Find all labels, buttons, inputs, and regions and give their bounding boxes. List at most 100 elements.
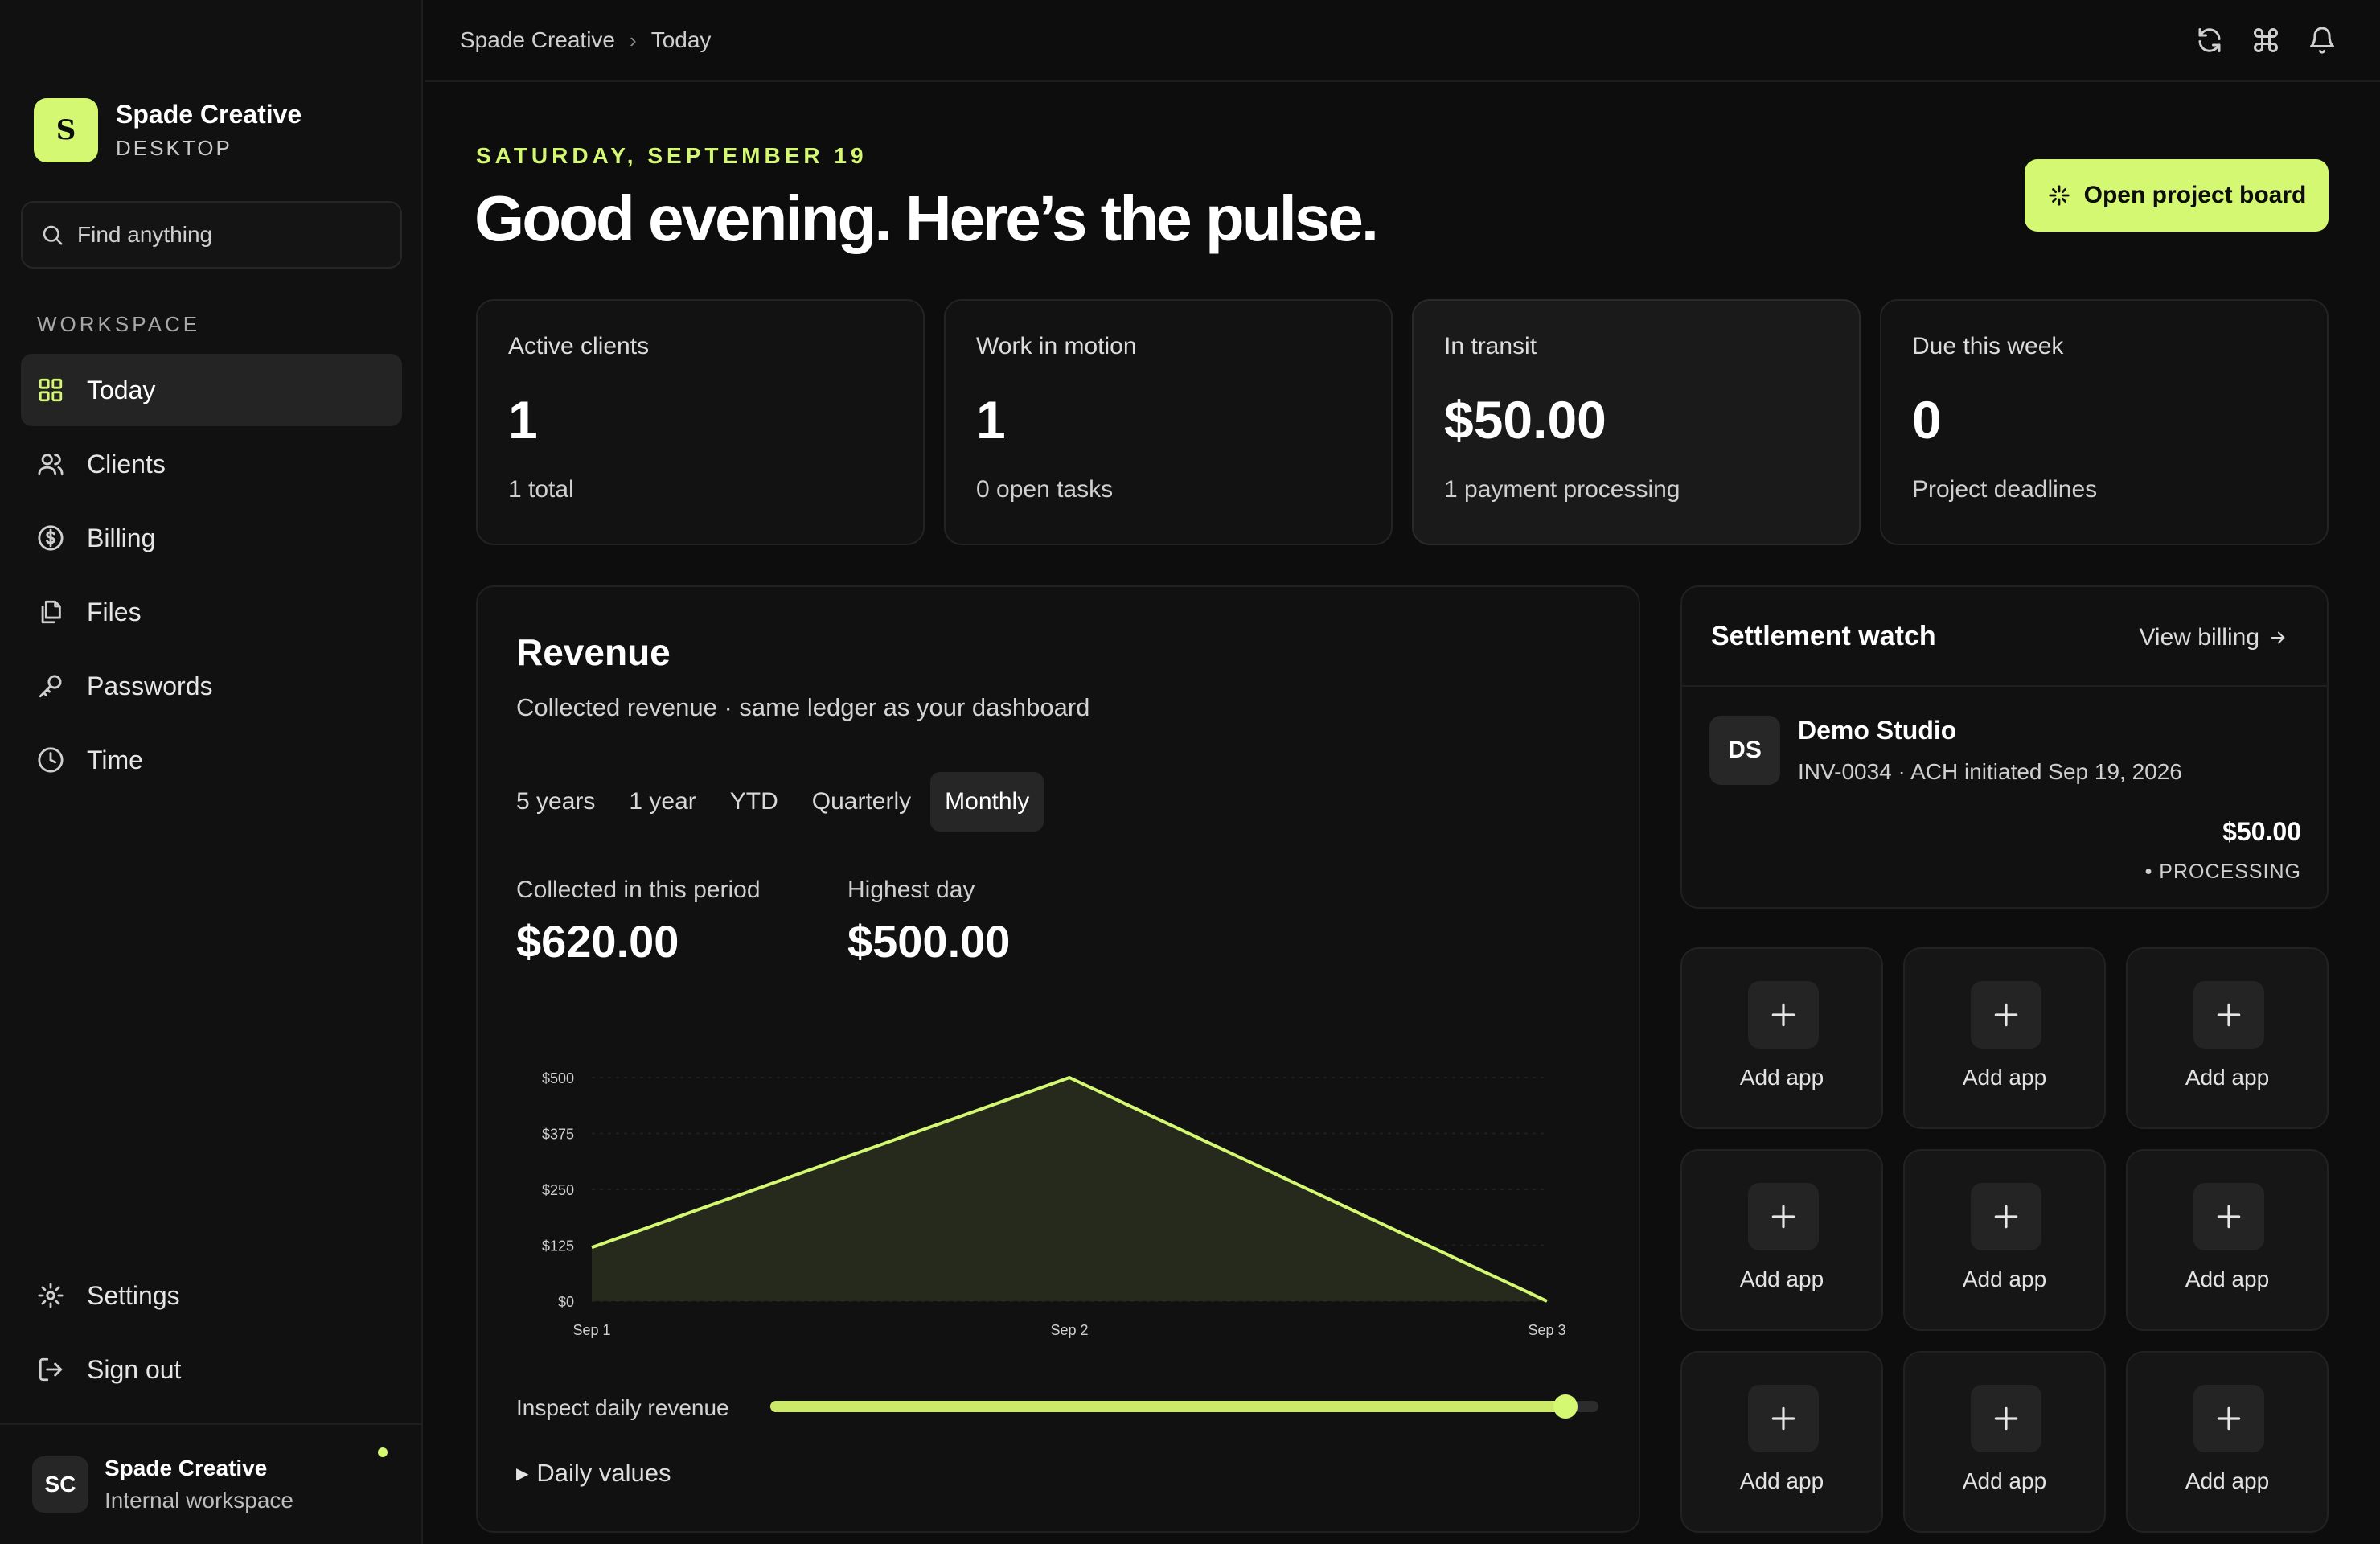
- bell-icon[interactable]: [2308, 26, 2337, 55]
- section-label-workspace: WORKSPACE: [37, 312, 201, 336]
- add-app-plus-button[interactable]: [1971, 1385, 2041, 1452]
- sidebar-item-sign-out[interactable]: Sign out: [21, 1333, 402, 1406]
- status-badge: • PROCESSING: [2144, 860, 2301, 883]
- sparkle-icon: [2049, 185, 2070, 206]
- sidebar-item-label: Billing: [87, 523, 156, 552]
- breadcrumb-item-current: Today: [650, 27, 712, 52]
- sidebar-item-time[interactable]: Time: [21, 724, 402, 796]
- plus-icon: [1994, 1205, 2018, 1229]
- profile-sub: Internal workspace: [105, 1488, 294, 1513]
- add-app-label: Add app: [2185, 1065, 2270, 1090]
- tab-5-years[interactable]: 5 years: [502, 772, 609, 832]
- online-status-dot: [378, 1448, 388, 1457]
- add-app-label: Add app: [1962, 1065, 2047, 1090]
- open-project-board-button[interactable]: Open project board: [2025, 159, 2329, 232]
- refresh-icon[interactable]: [2195, 26, 2224, 55]
- brand-logo: S: [34, 98, 98, 162]
- sidebar: S Spade Creative DESKTOP WORKSPACE Today…: [0, 0, 423, 1544]
- daily-revenue-slider[interactable]: [770, 1394, 1598, 1419]
- slider-thumb[interactable]: [1553, 1394, 1578, 1419]
- add-app-tile[interactable]: Add app: [1680, 947, 1883, 1129]
- sidebar-item-today[interactable]: Today: [21, 354, 402, 426]
- stat-label: Due this week: [1912, 333, 2064, 359]
- kpi-value: $620.00: [516, 916, 679, 967]
- settlement-amount: $50.00: [2222, 817, 2301, 846]
- y-tick-label: $500: [542, 1070, 574, 1086]
- stat-card-due-this-week[interactable]: Due this week 0 Project deadlines: [1880, 299, 2329, 545]
- sidebar-item-label: Today: [87, 375, 156, 404]
- sidebar-item-clients[interactable]: Clients: [21, 428, 402, 500]
- add-app-plus-button[interactable]: [1971, 1183, 2041, 1250]
- breadcrumb-item-workspace[interactable]: Spade Creative: [460, 27, 615, 53]
- stat-card-in-transit[interactable]: In transit $50.00 1 payment processing: [1412, 299, 1861, 545]
- profile-name: Spade Creative: [105, 1456, 268, 1480]
- key-icon: [39, 675, 62, 698]
- brand[interactable]: S Spade Creative DESKTOP: [34, 98, 302, 162]
- stat-sub: 1 payment processing: [1444, 476, 1680, 503]
- plus-icon: [1994, 1406, 2018, 1431]
- brand-name: Spade Creative: [116, 100, 302, 129]
- stat-value: 1: [976, 390, 1006, 450]
- add-app-plus-button[interactable]: [1748, 1385, 1819, 1452]
- daily-values-toggle[interactable]: ▶ Daily values: [516, 1459, 671, 1488]
- stat-sub: 0 open tasks: [976, 476, 1114, 503]
- search-box[interactable]: [21, 201, 402, 269]
- add-app-tile[interactable]: Add app: [1903, 1351, 2106, 1533]
- gear-icon: [38, 1283, 64, 1308]
- sidebar-item-settings[interactable]: Settings: [21, 1259, 402, 1332]
- search-input[interactable]: [77, 222, 383, 248]
- add-app-plus-button[interactable]: [2193, 1183, 2264, 1250]
- stat-label: In transit: [1444, 333, 1537, 359]
- y-tick-label: $375: [542, 1127, 574, 1143]
- sidebar-item-label: Clients: [87, 449, 166, 478]
- y-tick-label: $125: [542, 1238, 574, 1254]
- add-app-tile[interactable]: Add app: [2126, 947, 2329, 1129]
- kpi-highest-day: Highest day $500.00: [847, 877, 1010, 967]
- add-app-tile[interactable]: Add app: [1680, 1149, 1883, 1331]
- plus-icon: [1771, 1406, 1795, 1431]
- tab-1-year[interactable]: 1 year: [614, 772, 710, 832]
- add-app-plus-button[interactable]: [1971, 981, 2041, 1049]
- add-app-label: Add app: [1739, 1267, 1824, 1291]
- settlement-title: Settlement watch: [1711, 621, 1936, 651]
- sidebar-item-billing[interactable]: Billing: [21, 502, 402, 574]
- tab-quarterly[interactable]: Quarterly: [798, 772, 925, 832]
- profile[interactable]: SC Spade Creative Internal workspace: [0, 1423, 421, 1544]
- invoice-meta: INV-0034 · ACH initiated Sep 19, 2026: [1798, 759, 2182, 784]
- topbar: Spade Creative › Today: [425, 0, 2380, 82]
- client-name[interactable]: Demo Studio: [1798, 716, 1956, 745]
- stat-value: $50.00: [1444, 390, 1606, 450]
- add-app-label: Add app: [1739, 1468, 1824, 1493]
- plus-icon: [1771, 1003, 1795, 1027]
- sidebar-item-passwords[interactable]: Passwords: [21, 650, 402, 722]
- add-app-tile[interactable]: Add app: [2126, 1149, 2329, 1331]
- add-app-tile[interactable]: Add app: [2126, 1351, 2329, 1533]
- add-app-plus-button[interactable]: [2193, 1385, 2264, 1452]
- stat-value: 0: [1912, 390, 1942, 450]
- secondary-nav: Settings Sign out: [21, 1259, 402, 1407]
- tab-monthly[interactable]: Monthly: [930, 772, 1044, 832]
- add-app-tile[interactable]: Add app: [1680, 1351, 1883, 1533]
- client-avatar: DS: [1709, 716, 1780, 785]
- add-app-tile[interactable]: Add app: [1903, 1149, 2106, 1331]
- add-app-plus-button[interactable]: [2193, 981, 2264, 1049]
- tab-ytd[interactable]: YTD: [716, 772, 793, 832]
- add-app-label: Add app: [2185, 1468, 2270, 1493]
- breadcrumb: Spade Creative › Today: [460, 27, 711, 53]
- revenue-chart[interactable]: $0 $125 $250 $375 $500 Sep 1 Sep 2 Sep 3: [478, 1028, 1642, 1365]
- sidebar-item-label: Files: [87, 597, 142, 626]
- command-icon[interactable]: [2251, 26, 2280, 55]
- arrow-right-icon: [2271, 631, 2285, 644]
- sidebar-item-files[interactable]: Files: [21, 576, 402, 648]
- plus-icon: [1994, 1003, 2018, 1027]
- revenue-subtitle: Collected revenue · same ledger as your …: [516, 693, 1090, 721]
- clock-icon: [38, 747, 64, 773]
- stat-card-work-in-motion[interactable]: Work in motion 1 0 open tasks: [944, 299, 1393, 545]
- add-app-label: Add app: [1739, 1065, 1824, 1090]
- revenue-card: Revenue Collected revenue · same ledger …: [476, 585, 1640, 1533]
- stat-card-active-clients[interactable]: Active clients 1 1 total: [476, 299, 925, 545]
- add-app-tile[interactable]: Add app: [1903, 947, 2106, 1129]
- add-app-plus-button[interactable]: [1748, 981, 1819, 1049]
- add-app-plus-button[interactable]: [1748, 1183, 1819, 1250]
- view-billing-link[interactable]: View billing: [2139, 624, 2287, 651]
